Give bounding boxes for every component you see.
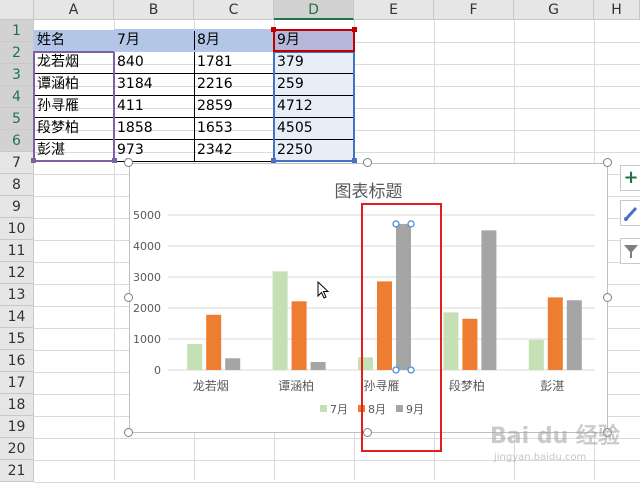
chart-resize-handle-tr[interactable] [603,158,612,167]
cell-b4[interactable]: 411 [114,96,194,117]
chart-resize-handle-ml[interactable] [124,293,133,302]
column-header-a[interactable]: A [34,0,114,20]
cell-a2[interactable]: 龙若烟 [34,52,114,73]
row-header-4[interactable]: 4 [0,86,34,108]
chart-bar[interactable] [443,312,459,370]
x-category-label: 龙若烟 [193,379,229,393]
column-header-d[interactable]: D [274,0,354,20]
y-tick-label: 2000 [133,302,161,315]
chart-bar[interactable] [206,314,222,370]
column-header-f[interactable]: F [434,0,514,20]
cell-b3[interactable]: 3184 [114,74,194,95]
row-header-15[interactable]: 15 [0,328,34,350]
row-header-21[interactable]: 21 [0,460,34,482]
x-category-label: 谭涵柏 [278,378,314,393]
chart-bar[interactable] [481,230,497,370]
chart-resize-handle-mr[interactable] [603,293,612,302]
row-header-12[interactable]: 12 [0,262,34,284]
cell-c5[interactable]: 1653 [194,118,274,139]
cell-b1[interactable]: 7月 [114,30,194,51]
row-header-11[interactable]: 11 [0,240,34,262]
annotation-highlight-box [361,203,442,452]
row-header-13[interactable]: 13 [0,284,34,306]
cell-c6[interactable]: 2342 [194,140,274,161]
y-tick-label: 0 [154,364,161,377]
mouse-cursor-icon [317,281,330,299]
cell-a3[interactable]: 谭涵柏 [34,74,114,95]
select-all-corner[interactable] [0,0,34,20]
cell-a4[interactable]: 孙寻雁 [34,96,114,117]
row-header-17[interactable]: 17 [0,372,34,394]
cell-a1[interactable]: 姓名 [34,30,114,51]
filter-icon [624,245,638,258]
row-header-8[interactable]: 8 [0,174,34,196]
chart-bar[interactable] [272,271,288,370]
row-header-5[interactable]: 5 [0,108,34,130]
cell-c4[interactable]: 2859 [194,96,274,117]
cell-d4[interactable]: 4712 [274,96,354,117]
chart-styles-button[interactable] [620,200,640,226]
cell-b5[interactable]: 1858 [114,118,194,139]
row-header-6[interactable]: 6 [0,130,34,152]
column-header-c[interactable]: C [194,0,274,20]
y-tick-label: 4000 [133,240,161,253]
row-header-14[interactable]: 14 [0,306,34,328]
legend-swatch [320,405,327,412]
row-header-19[interactable]: 19 [0,416,34,438]
chart-filters-button[interactable] [620,238,640,264]
column-header-e[interactable]: E [354,0,434,20]
cell-d5[interactable]: 4505 [274,118,354,139]
chart-elements-button[interactable]: + [620,165,640,191]
row-header-7[interactable]: 7 [0,152,34,174]
chart-bar[interactable] [310,361,326,370]
chart-bar[interactable] [462,318,478,370]
chart-bar[interactable] [187,343,203,370]
row-header-10[interactable]: 10 [0,218,34,240]
cell-c1[interactable]: 8月 [194,30,274,51]
chart-resize-handle-tm[interactable] [363,158,372,167]
cell-b2[interactable]: 840 [114,52,194,73]
chart-bar[interactable] [528,339,544,370]
cell-c3[interactable]: 2216 [194,74,274,95]
row-header-18[interactable]: 18 [0,394,34,416]
column-header-g[interactable]: G [514,0,594,20]
y-tick-label: 5000 [133,209,161,222]
row-header-16[interactable]: 16 [0,350,34,372]
watermark: Bai du 经验 [490,424,620,449]
legend-label: 7月 [330,403,348,416]
cell-d3[interactable]: 259 [274,74,354,95]
x-category-label: 段梦柏 [449,378,485,393]
cell-d1[interactable]: 9月 [274,30,354,51]
chart-resize-handle-tl[interactable] [124,158,133,167]
brush-icon [624,206,638,221]
chart-resize-handle-bl[interactable] [124,428,133,437]
y-tick-label: 1000 [133,333,161,346]
cell-d6[interactable]: 2250 [274,140,354,161]
chart-bar[interactable] [291,301,307,370]
x-category-label: 彭湛 [540,379,564,393]
row-header-2[interactable]: 2 [0,42,34,64]
row-header-3[interactable]: 3 [0,64,34,86]
chart-bar[interactable] [225,358,241,370]
cell-d2[interactable]: 379 [274,52,354,73]
watermark-url: jingyan.baidu.com [494,452,587,463]
row-header-1[interactable]: 1 [0,20,34,42]
row-header-9[interactable]: 9 [0,196,34,218]
cell-a6[interactable]: 彭湛 [34,140,114,161]
y-tick-label: 3000 [133,271,161,284]
row-header-20[interactable]: 20 [0,438,34,460]
chart-bar[interactable] [547,297,563,370]
plus-icon: + [623,167,639,188]
chart-bar[interactable] [566,300,582,370]
cell-a5[interactable]: 段梦柏 [34,118,114,139]
column-header-b[interactable]: B [114,0,194,20]
column-header-h[interactable]: H [594,0,640,20]
cell-c2[interactable]: 1781 [194,52,274,73]
